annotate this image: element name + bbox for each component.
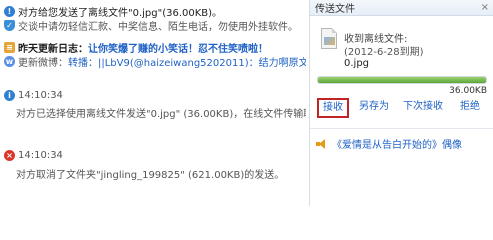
file-name: 0.jpg xyxy=(344,58,370,69)
system-message-1: 对方已选择使用离线文件发送"0.jpg" (36.00KB)，在线文件传输取消。 xyxy=(16,105,306,120)
file-expiry: (2012-6-28到期) xyxy=(344,47,424,58)
weibo-update: w 更新微博： 转播：||LbV9(@haizeiwang5202011)：结力… xyxy=(4,54,306,69)
update-log-label: 昨天更新日志： xyxy=(18,44,88,55)
update-log: ≡ 昨天更新日志： 让你笑爆了赚的小笑话！忍不住笑喷啦！ xyxy=(4,40,306,55)
file-actions: 接收 另存为 下次接收 拒绝 xyxy=(317,98,489,118)
shield-icon: ✓ xyxy=(4,20,15,31)
receive-button[interactable]: 接收 xyxy=(317,98,349,118)
file-transfer-header: 传送文件 × xyxy=(310,0,493,16)
divider xyxy=(310,128,493,129)
log-icon: ≡ xyxy=(4,42,15,53)
weibo-update-link[interactable]: 转播：||LbV9(@haizeiwang5202011)：结力啊原文 搞笑图.… xyxy=(68,54,306,69)
image-file-icon xyxy=(321,28,337,49)
notice-icon: ! xyxy=(4,6,15,17)
system-message-1-text: 对方已选择使用离线文件发送"0.jpg" (36.00KB)，在线文件传输取消。 xyxy=(16,109,306,120)
system-message-2-header: × 14:10:34 xyxy=(4,150,306,161)
file-transfer-panel: 传送文件 × 收到离线文件: (2012-6-28到期) 0.jpg 36.00… xyxy=(309,0,493,206)
weibo-update-label: 更新微博： xyxy=(18,58,68,69)
error-icon: × xyxy=(4,150,15,161)
music-status[interactable]: 《爱情是从告白开始的》偶像 xyxy=(316,136,462,151)
close-icon[interactable]: × xyxy=(481,2,489,13)
transfer-progress-bar xyxy=(317,76,487,84)
music-status-text[interactable]: 《爱情是从告白开始的》偶像 xyxy=(332,136,462,151)
offline-file-notice-text: 对方给您发送了离线文件"0.jpg"(36.00KB)。 xyxy=(18,8,223,19)
system-message-2-time: 14:10:34 xyxy=(18,150,63,161)
reject-button[interactable]: 拒绝 xyxy=(457,99,483,115)
system-message-2-text: 对方取消了文件夹"jingling_199825" (621.00KB)的发送。 xyxy=(16,170,285,181)
save-as-button[interactable]: 另存为 xyxy=(357,99,391,115)
file-size: 36.00KB xyxy=(449,86,487,96)
system-message-1-header: i 14:10:34 xyxy=(4,90,306,101)
speaker-icon xyxy=(316,138,327,149)
receive-later-button[interactable]: 下次接收 xyxy=(401,99,445,115)
weibo-icon: w xyxy=(4,56,15,67)
chat-message-area: ! 对方给您发送了离线文件"0.jpg"(36.00KB)。 ✓ 交谈中请勿轻信… xyxy=(0,0,308,206)
transfer-progress-fill xyxy=(318,77,486,83)
system-message-2: 对方取消了文件夹"jingling_199825" (621.00KB)的发送。 xyxy=(16,166,306,181)
security-warning-text: 交谈中请勿轻信汇款、中奖信息、陌生电话，勿使用外挂软件。 xyxy=(18,22,298,33)
offline-file-notice: ! 对方给您发送了离线文件"0.jpg"(36.00KB)。 xyxy=(4,4,306,19)
update-log-link[interactable]: 让你笑爆了赚的小笑话！忍不住笑喷啦！ xyxy=(88,40,268,55)
info-icon: i xyxy=(4,90,15,101)
security-warning: ✓ 交谈中请勿轻信汇款、中奖信息、陌生电话，勿使用外挂软件。 xyxy=(4,18,306,33)
file-transfer-title: 传送文件 xyxy=(315,4,355,15)
system-message-1-time: 14:10:34 xyxy=(18,90,63,101)
